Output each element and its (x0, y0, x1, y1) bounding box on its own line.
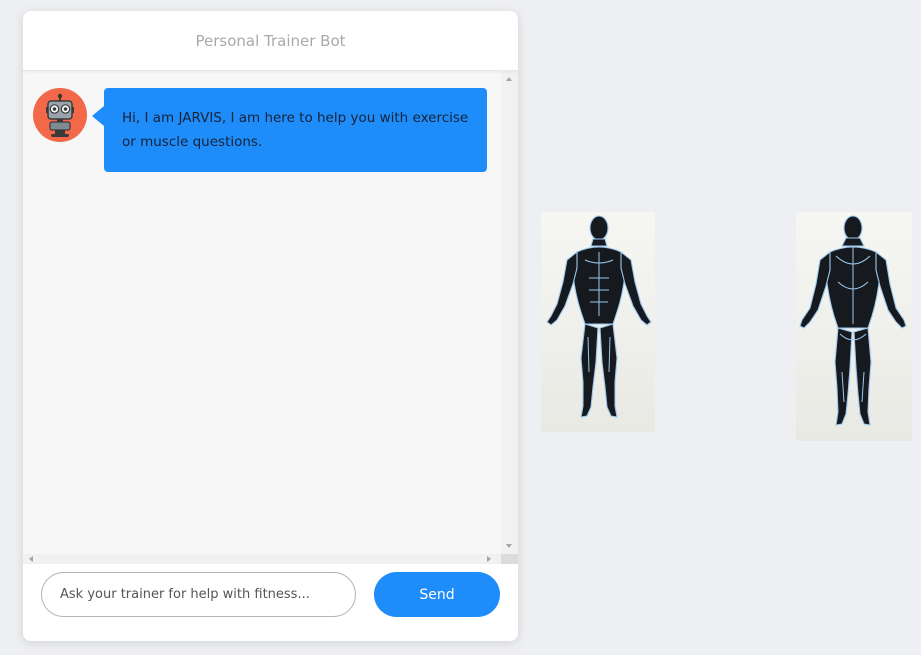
message-input[interactable] (41, 572, 356, 617)
message-list[interactable]: Hi, I am JARVIS, I am here to help you w… (23, 71, 501, 554)
chat-window: Personal Trainer Bot Hi, I am JARVIS, I … (23, 11, 518, 641)
composer: Send (23, 564, 518, 641)
chat-title: Personal Trainer Bot (195, 31, 346, 50)
scrollbar-corner (501, 554, 518, 564)
scroll-left-arrow-icon[interactable] (29, 556, 33, 562)
bot-message-text: Hi, I am JARVIS, I am here to help you w… (122, 110, 469, 150)
vertical-scrollbar[interactable] (501, 71, 518, 554)
muscle-anatomy-back-image (796, 212, 912, 441)
send-button[interactable]: Send (374, 572, 500, 617)
robot-icon (46, 93, 74, 137)
scroll-down-arrow-icon[interactable] (506, 544, 512, 548)
scroll-right-arrow-icon[interactable] (487, 556, 491, 562)
muscle-anatomy-front-image (541, 212, 655, 432)
chat-header: Personal Trainer Bot (23, 11, 518, 71)
bot-message-bubble: Hi, I am JARVIS, I am here to help you w… (92, 88, 487, 172)
muscle-anatomy-back-icon (799, 215, 907, 426)
scroll-up-arrow-icon[interactable] (506, 77, 512, 81)
bot-avatar (33, 88, 87, 142)
muscle-anatomy-front-icon (546, 215, 652, 418)
horizontal-scrollbar[interactable] (23, 554, 501, 564)
